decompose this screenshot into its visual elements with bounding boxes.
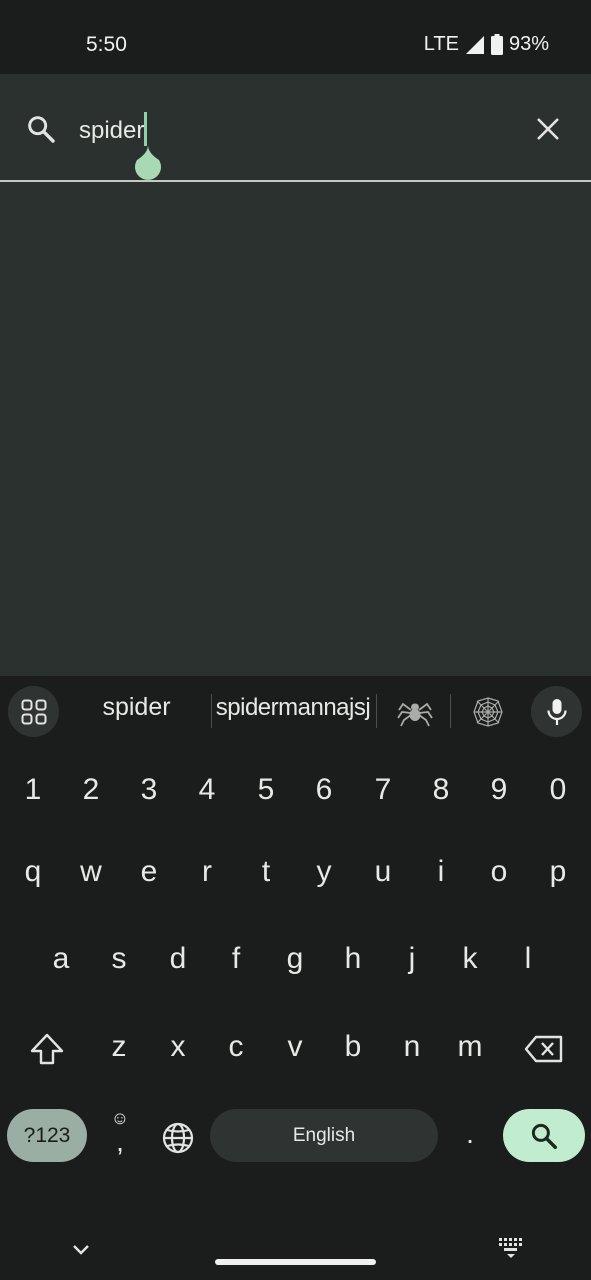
battery-icon bbox=[490, 34, 503, 55]
key-k[interactable]: k bbox=[441, 924, 499, 994]
key-8[interactable]: 8 bbox=[412, 760, 470, 820]
suggestion-divider bbox=[211, 694, 212, 728]
key-3[interactable]: 3 bbox=[120, 760, 178, 820]
key-i[interactable]: i bbox=[412, 837, 470, 907]
signal-icon bbox=[465, 35, 484, 54]
key-p[interactable]: p bbox=[529, 837, 587, 907]
key-h[interactable]: h bbox=[324, 924, 382, 994]
key-w[interactable]: w bbox=[62, 837, 120, 907]
status-bar: 5:50 LTE 93% bbox=[0, 0, 591, 74]
period-key[interactable]: . bbox=[450, 1106, 490, 1162]
key-1[interactable]: 1 bbox=[4, 760, 62, 820]
space-key[interactable]: English bbox=[210, 1109, 438, 1162]
spider-web-icon bbox=[473, 697, 503, 727]
text-caret bbox=[144, 112, 148, 146]
battery-level: 93% bbox=[508, 33, 549, 55]
key-4[interactable]: 4 bbox=[178, 760, 236, 820]
suggestion-divider bbox=[376, 694, 377, 728]
key-s[interactable]: s bbox=[90, 924, 148, 994]
key-b[interactable]: b bbox=[324, 1012, 382, 1082]
key-d[interactable]: d bbox=[149, 924, 207, 994]
search-icon[interactable] bbox=[25, 113, 57, 145]
keyboard-icon bbox=[499, 1238, 522, 1258]
key-2[interactable]: 2 bbox=[62, 760, 120, 820]
search-icon bbox=[531, 1123, 557, 1149]
key-z[interactable]: z bbox=[90, 1012, 148, 1082]
spider-emoji-suggestion[interactable] bbox=[397, 696, 433, 728]
home-gesture-bar[interactable] bbox=[215, 1259, 376, 1265]
key-n[interactable]: n bbox=[383, 1012, 441, 1082]
chevron-down-icon bbox=[73, 1245, 89, 1255]
backspace-key[interactable] bbox=[515, 1027, 573, 1071]
key-r[interactable]: r bbox=[178, 837, 236, 907]
key-7[interactable]: 7 bbox=[354, 760, 412, 820]
voice-input-button[interactable] bbox=[531, 686, 582, 737]
status-time: 5:50 bbox=[86, 33, 127, 56]
key-l[interactable]: l bbox=[499, 924, 557, 994]
key-5[interactable]: 5 bbox=[237, 760, 295, 820]
microphone-icon bbox=[546, 698, 567, 725]
search-bar: spider bbox=[0, 74, 591, 182]
key-e[interactable]: e bbox=[120, 837, 178, 907]
globe-icon bbox=[162, 1122, 194, 1154]
key-a[interactable]: a bbox=[32, 924, 90, 994]
key-9[interactable]: 9 bbox=[470, 760, 528, 820]
shift-icon bbox=[30, 1033, 64, 1065]
key-0[interactable]: 0 bbox=[529, 760, 587, 820]
suggestion-strip: spider spidermannajsj bbox=[0, 676, 591, 746]
keyboard-apps-button[interactable] bbox=[8, 686, 59, 737]
key-6[interactable]: 6 bbox=[295, 760, 353, 820]
clear-search-button[interactable] bbox=[533, 114, 563, 144]
spider-web-emoji-suggestion[interactable] bbox=[470, 696, 506, 728]
key-t[interactable]: t bbox=[237, 837, 295, 907]
keyboard: spider spidermannajsj 1 2 3 4 5 6 7 8 9 … bbox=[0, 676, 591, 1280]
network-type: LTE bbox=[423, 33, 459, 55]
backspace-icon bbox=[524, 1035, 563, 1063]
close-icon bbox=[537, 118, 559, 140]
caret-handle[interactable] bbox=[133, 143, 163, 181]
search-action-key[interactable] bbox=[503, 1109, 585, 1162]
key-m[interactable]: m bbox=[441, 1012, 499, 1082]
navigation-bar bbox=[0, 1216, 591, 1280]
key-j[interactable]: j bbox=[383, 924, 441, 994]
language-key[interactable] bbox=[159, 1119, 197, 1157]
keyboard-switch-button[interactable] bbox=[496, 1234, 526, 1260]
status-indicators: LTE 93% bbox=[424, 33, 549, 56]
search-results-area: spider bbox=[0, 74, 591, 676]
symbols-key[interactable]: ?123 bbox=[7, 1109, 87, 1162]
key-c[interactable]: c bbox=[207, 1012, 265, 1082]
key-g[interactable]: g bbox=[266, 924, 324, 994]
shift-key[interactable] bbox=[18, 1027, 76, 1071]
suggestion-1[interactable]: spider bbox=[65, 693, 208, 722]
search-query: spider bbox=[79, 117, 145, 144]
key-q[interactable]: q bbox=[4, 837, 62, 907]
key-o[interactable]: o bbox=[470, 837, 528, 907]
comma-key[interactable]: ☺ , bbox=[98, 1108, 142, 1166]
key-v[interactable]: v bbox=[266, 1012, 324, 1082]
key-f[interactable]: f bbox=[207, 924, 265, 994]
spider-icon bbox=[397, 702, 433, 727]
hide-keyboard-button[interactable] bbox=[68, 1236, 94, 1262]
suggestion-2[interactable]: spidermannajsj bbox=[214, 694, 372, 722]
suggestion-divider bbox=[450, 694, 451, 728]
key-x[interactable]: x bbox=[149, 1012, 207, 1082]
grid-icon bbox=[21, 699, 46, 724]
key-y[interactable]: y bbox=[295, 837, 353, 907]
comma-char: , bbox=[116, 1126, 124, 1157]
key-u[interactable]: u bbox=[354, 837, 412, 907]
